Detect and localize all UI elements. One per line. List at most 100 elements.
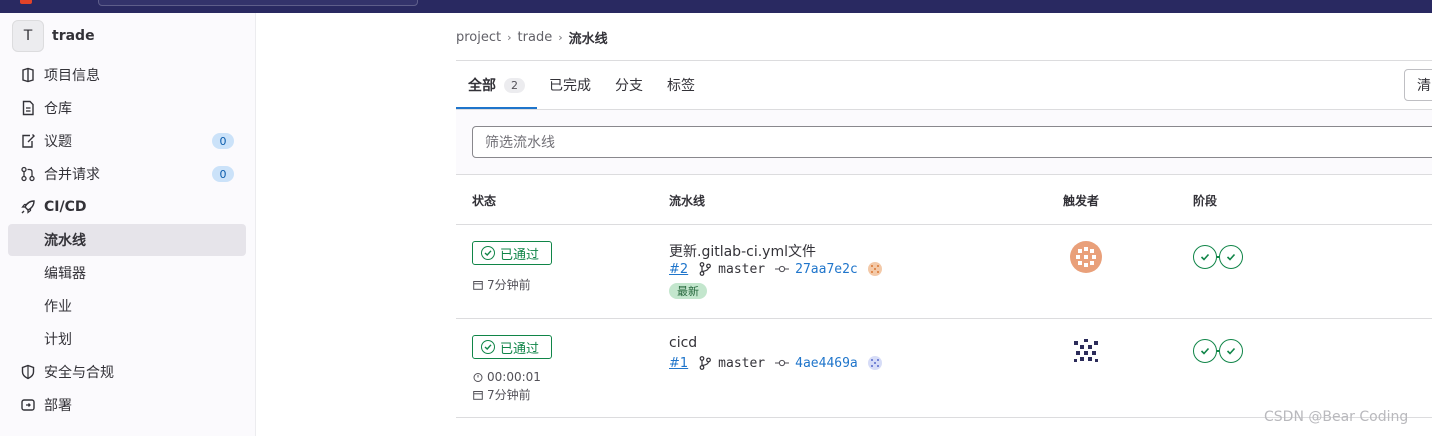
tab-count-badge: 2 bbox=[504, 77, 525, 93]
sidebar: T trade 项目信息 仓库 议题 0 合并请求 0 CI/CD 流水线 编辑… bbox=[0, 13, 256, 436]
pipeline-id-link[interactable]: #2 bbox=[669, 262, 688, 277]
pipeline-id-link[interactable]: #1 bbox=[669, 356, 688, 371]
commit-sha-link[interactable]: 4ae4469a bbox=[795, 356, 858, 371]
calendar-icon bbox=[472, 279, 483, 290]
project-avatar: T bbox=[12, 20, 44, 52]
sidebar-item-label: 议题 bbox=[44, 134, 72, 150]
latest-badge: 最新 bbox=[669, 283, 707, 299]
clear-runner-caches-button[interactable]: 清 bbox=[1404, 69, 1432, 101]
breadcrumb: project › trade › 流水线 bbox=[456, 28, 608, 47]
stage-passed-check-icon[interactable] bbox=[1193, 245, 1217, 269]
time-ago-text: 7分钟前 bbox=[487, 388, 531, 402]
sidebar-item-label: CI/CD bbox=[44, 199, 87, 215]
document-icon bbox=[20, 100, 36, 116]
tab-label: 分支 bbox=[615, 78, 643, 94]
sidebar-item-merge-requests[interactable]: 合并请求 0 bbox=[8, 158, 246, 190]
sidebar-item-label: 计划 bbox=[44, 332, 72, 348]
gitlab-logo-icon[interactable] bbox=[20, 0, 32, 4]
sidebar-item-label: 编辑器 bbox=[44, 266, 86, 282]
merge-requests-count-badge: 0 bbox=[212, 166, 234, 182]
branch-name-link[interactable]: master bbox=[718, 356, 765, 371]
filter-bar: 筛选流水线 bbox=[456, 110, 1432, 175]
stage-passed-check-icon[interactable] bbox=[1219, 245, 1243, 269]
tab-finished[interactable]: 已完成 bbox=[537, 61, 603, 109]
sidebar-item-label: 合并请求 bbox=[44, 167, 100, 183]
sidebar-item-label: 项目信息 bbox=[44, 68, 100, 84]
sidebar-item-issues[interactable]: 议题 0 bbox=[8, 125, 246, 157]
filter-pipelines-input[interactable]: 筛选流水线 bbox=[472, 126, 1432, 158]
sidebar-item-label: 作业 bbox=[44, 299, 72, 315]
sidebar-item-jobs[interactable]: 作业 bbox=[8, 290, 246, 322]
top-navbar bbox=[0, 0, 1432, 13]
tab-label: 全部 bbox=[468, 78, 496, 94]
check-circle-icon bbox=[481, 340, 495, 354]
pipeline-info: #2 master 27aa7e2c bbox=[669, 261, 882, 277]
pipeline-time-ago: 7分钟前 bbox=[472, 276, 531, 293]
pipeline-duration: 00:00:01 bbox=[472, 370, 541, 384]
info-icon bbox=[20, 67, 36, 83]
sidebar-item-deployments[interactable]: 部署 bbox=[8, 389, 246, 421]
issues-icon bbox=[20, 133, 36, 149]
status-label: 已通过 bbox=[500, 247, 540, 263]
sidebar-item-label: 安全与合规 bbox=[44, 365, 114, 381]
column-header-stages: 阶段 bbox=[1193, 194, 1218, 208]
tab-all[interactable]: 全部 2 bbox=[456, 61, 537, 109]
divider bbox=[456, 224, 1432, 225]
stage-passed-check-icon[interactable] bbox=[1219, 339, 1243, 363]
commit-icon bbox=[775, 262, 790, 276]
sidebar-item-pipelines[interactable]: 流水线 bbox=[8, 224, 246, 256]
divider bbox=[456, 318, 1432, 319]
breadcrumb-item[interactable]: trade bbox=[518, 30, 553, 45]
tab-label: 标签 bbox=[667, 78, 695, 94]
sidebar-project[interactable]: T trade bbox=[12, 20, 95, 52]
timer-icon bbox=[472, 372, 483, 383]
branch-icon bbox=[698, 356, 712, 370]
commit-author-avatar[interactable] bbox=[867, 356, 882, 370]
sidebar-item-label: 流水线 bbox=[44, 233, 86, 249]
chevron-right-icon: › bbox=[507, 30, 512, 44]
sidebar-item-editor[interactable]: 编辑器 bbox=[8, 257, 246, 289]
column-header-trigger: 触发者 bbox=[1063, 194, 1100, 208]
pipeline-time-ago: 7分钟前 bbox=[472, 386, 531, 403]
status-badge-passed[interactable]: 已通过 bbox=[472, 241, 552, 265]
sidebar-item-label: 仓库 bbox=[44, 101, 72, 117]
watermark: CSDN @Bear Coding bbox=[1264, 409, 1409, 425]
pipeline-commit-title[interactable]: 更新.gitlab-ci.yml文件 bbox=[669, 241, 816, 261]
check-circle-icon bbox=[481, 246, 495, 260]
tab-branches[interactable]: 分支 bbox=[603, 61, 655, 109]
status-badge-passed[interactable]: 已通过 bbox=[472, 335, 552, 359]
column-header-pipeline: 流水线 bbox=[669, 194, 706, 208]
breadcrumb-item[interactable]: project bbox=[456, 30, 501, 45]
pipeline-commit-title[interactable]: cicd bbox=[669, 335, 697, 351]
status-label: 已通过 bbox=[500, 341, 540, 357]
breadcrumb-current[interactable]: 流水线 bbox=[569, 28, 608, 47]
sidebar-item-security-compliance[interactable]: 安全与合规 bbox=[8, 356, 246, 388]
sidebar-item-label: 部署 bbox=[44, 398, 72, 414]
sidebar-item-project-info[interactable]: 项目信息 bbox=[8, 59, 246, 91]
duration-text: 00:00:01 bbox=[487, 370, 541, 384]
deployments-icon bbox=[20, 397, 36, 413]
pipeline-stages bbox=[1193, 245, 1243, 269]
rocket-icon bbox=[20, 199, 36, 215]
global-search-input[interactable] bbox=[98, 0, 418, 6]
time-ago-text: 7分钟前 bbox=[487, 278, 531, 292]
sidebar-item-cicd[interactable]: CI/CD bbox=[8, 191, 246, 223]
pipeline-tabs: 全部 2 已完成 分支 标签 bbox=[456, 61, 707, 109]
column-header-status: 状态 bbox=[472, 194, 497, 208]
tab-tags[interactable]: 标签 bbox=[655, 61, 707, 109]
pipeline-stages bbox=[1193, 339, 1243, 363]
branch-icon bbox=[698, 262, 712, 276]
branch-name-link[interactable]: master bbox=[718, 262, 765, 277]
sidebar-item-schedules[interactable]: 计划 bbox=[8, 323, 246, 355]
sidebar-item-repository[interactable]: 仓库 bbox=[8, 92, 246, 124]
trigger-user-avatar[interactable] bbox=[1070, 241, 1102, 273]
shield-icon bbox=[20, 364, 36, 380]
trigger-user-avatar[interactable] bbox=[1070, 335, 1102, 367]
commit-author-avatar[interactable] bbox=[867, 262, 882, 276]
merge-request-icon bbox=[20, 166, 36, 182]
commit-sha-link[interactable]: 27aa7e2c bbox=[795, 262, 858, 277]
tab-label: 已完成 bbox=[549, 78, 591, 94]
stage-passed-check-icon[interactable] bbox=[1193, 339, 1217, 363]
chevron-right-icon: › bbox=[558, 30, 563, 44]
calendar-icon bbox=[472, 389, 483, 400]
